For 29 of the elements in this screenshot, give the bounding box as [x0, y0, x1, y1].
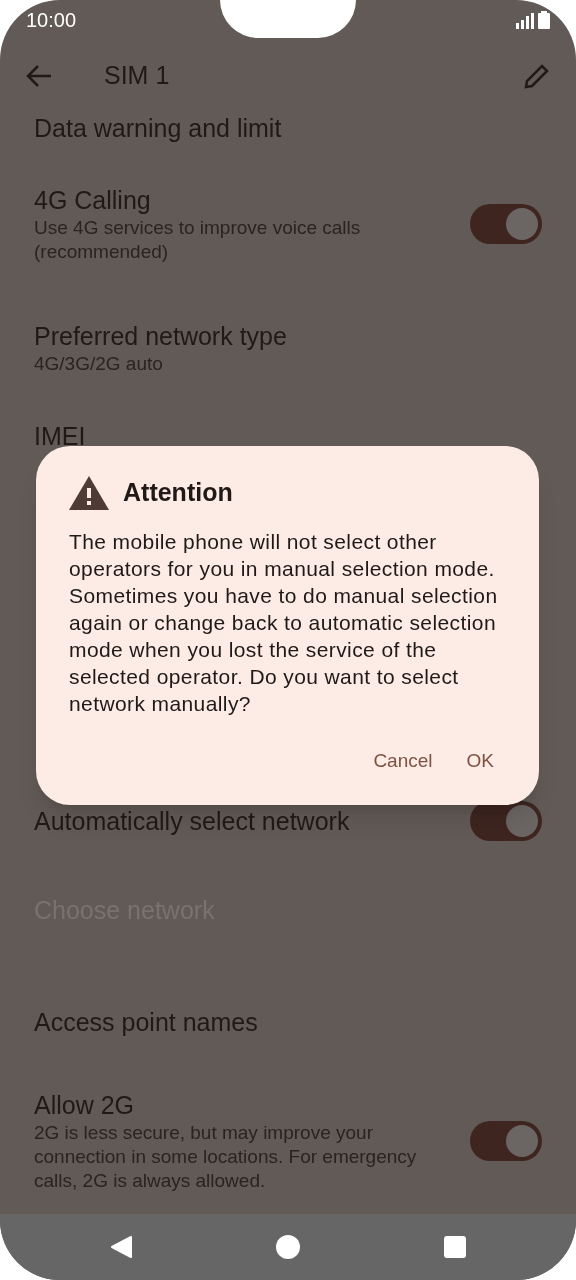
setting-description: (recommended)	[34, 240, 170, 264]
setting-description: 2G is less secure, but may improve your	[34, 1121, 374, 1145]
battery-icon	[538, 11, 550, 29]
setting-description: connection in some locations. For emergency	[34, 1145, 418, 1169]
toggle-switch[interactable]	[470, 801, 542, 841]
setting-title[interactable]: Data warning and limit	[34, 112, 542, 144]
setting-description: Use 4G services to improve voice calls	[34, 216, 362, 240]
setting-title[interactable]: 4G Calling	[34, 184, 454, 216]
recents-icon[interactable]	[444, 1236, 466, 1258]
toggle-switch[interactable]	[470, 204, 542, 244]
back-icon[interactable]	[110, 1235, 132, 1259]
back-arrow-icon[interactable]	[26, 64, 52, 88]
setting-title[interactable]: Preferred network type	[34, 320, 542, 352]
dialog-button[interactable]: Cancel	[361, 738, 445, 783]
dialog-message: The mobile phone will not select other operators for you in manual selection mode. Sometimes you have to do manual selection again or change back to automatic selection mode when you lost the service of the selected operator. Do you want to select network manually?	[69, 528, 499, 717]
dialog-button[interactable]: OK	[454, 738, 506, 783]
dialog-title: Attention	[123, 477, 233, 508]
setting-title[interactable]: Automatically select network	[34, 805, 454, 837]
screen-title: SIM 1	[104, 60, 170, 92]
pencil-icon[interactable]	[524, 63, 550, 89]
home-icon[interactable]	[276, 1235, 300, 1259]
toggle-switch[interactable]	[470, 1121, 542, 1161]
setting-description: 4G/3G/2G auto	[34, 352, 164, 376]
warning-icon	[69, 475, 109, 510]
signal-icon	[516, 13, 534, 29]
setting-description: calls, 2G is always allowed.	[34, 1169, 267, 1193]
status-time: 10:00	[26, 8, 77, 33]
setting-title[interactable]: Access point names	[34, 1006, 542, 1038]
setting-title[interactable]: Allow 2G	[34, 1089, 454, 1121]
